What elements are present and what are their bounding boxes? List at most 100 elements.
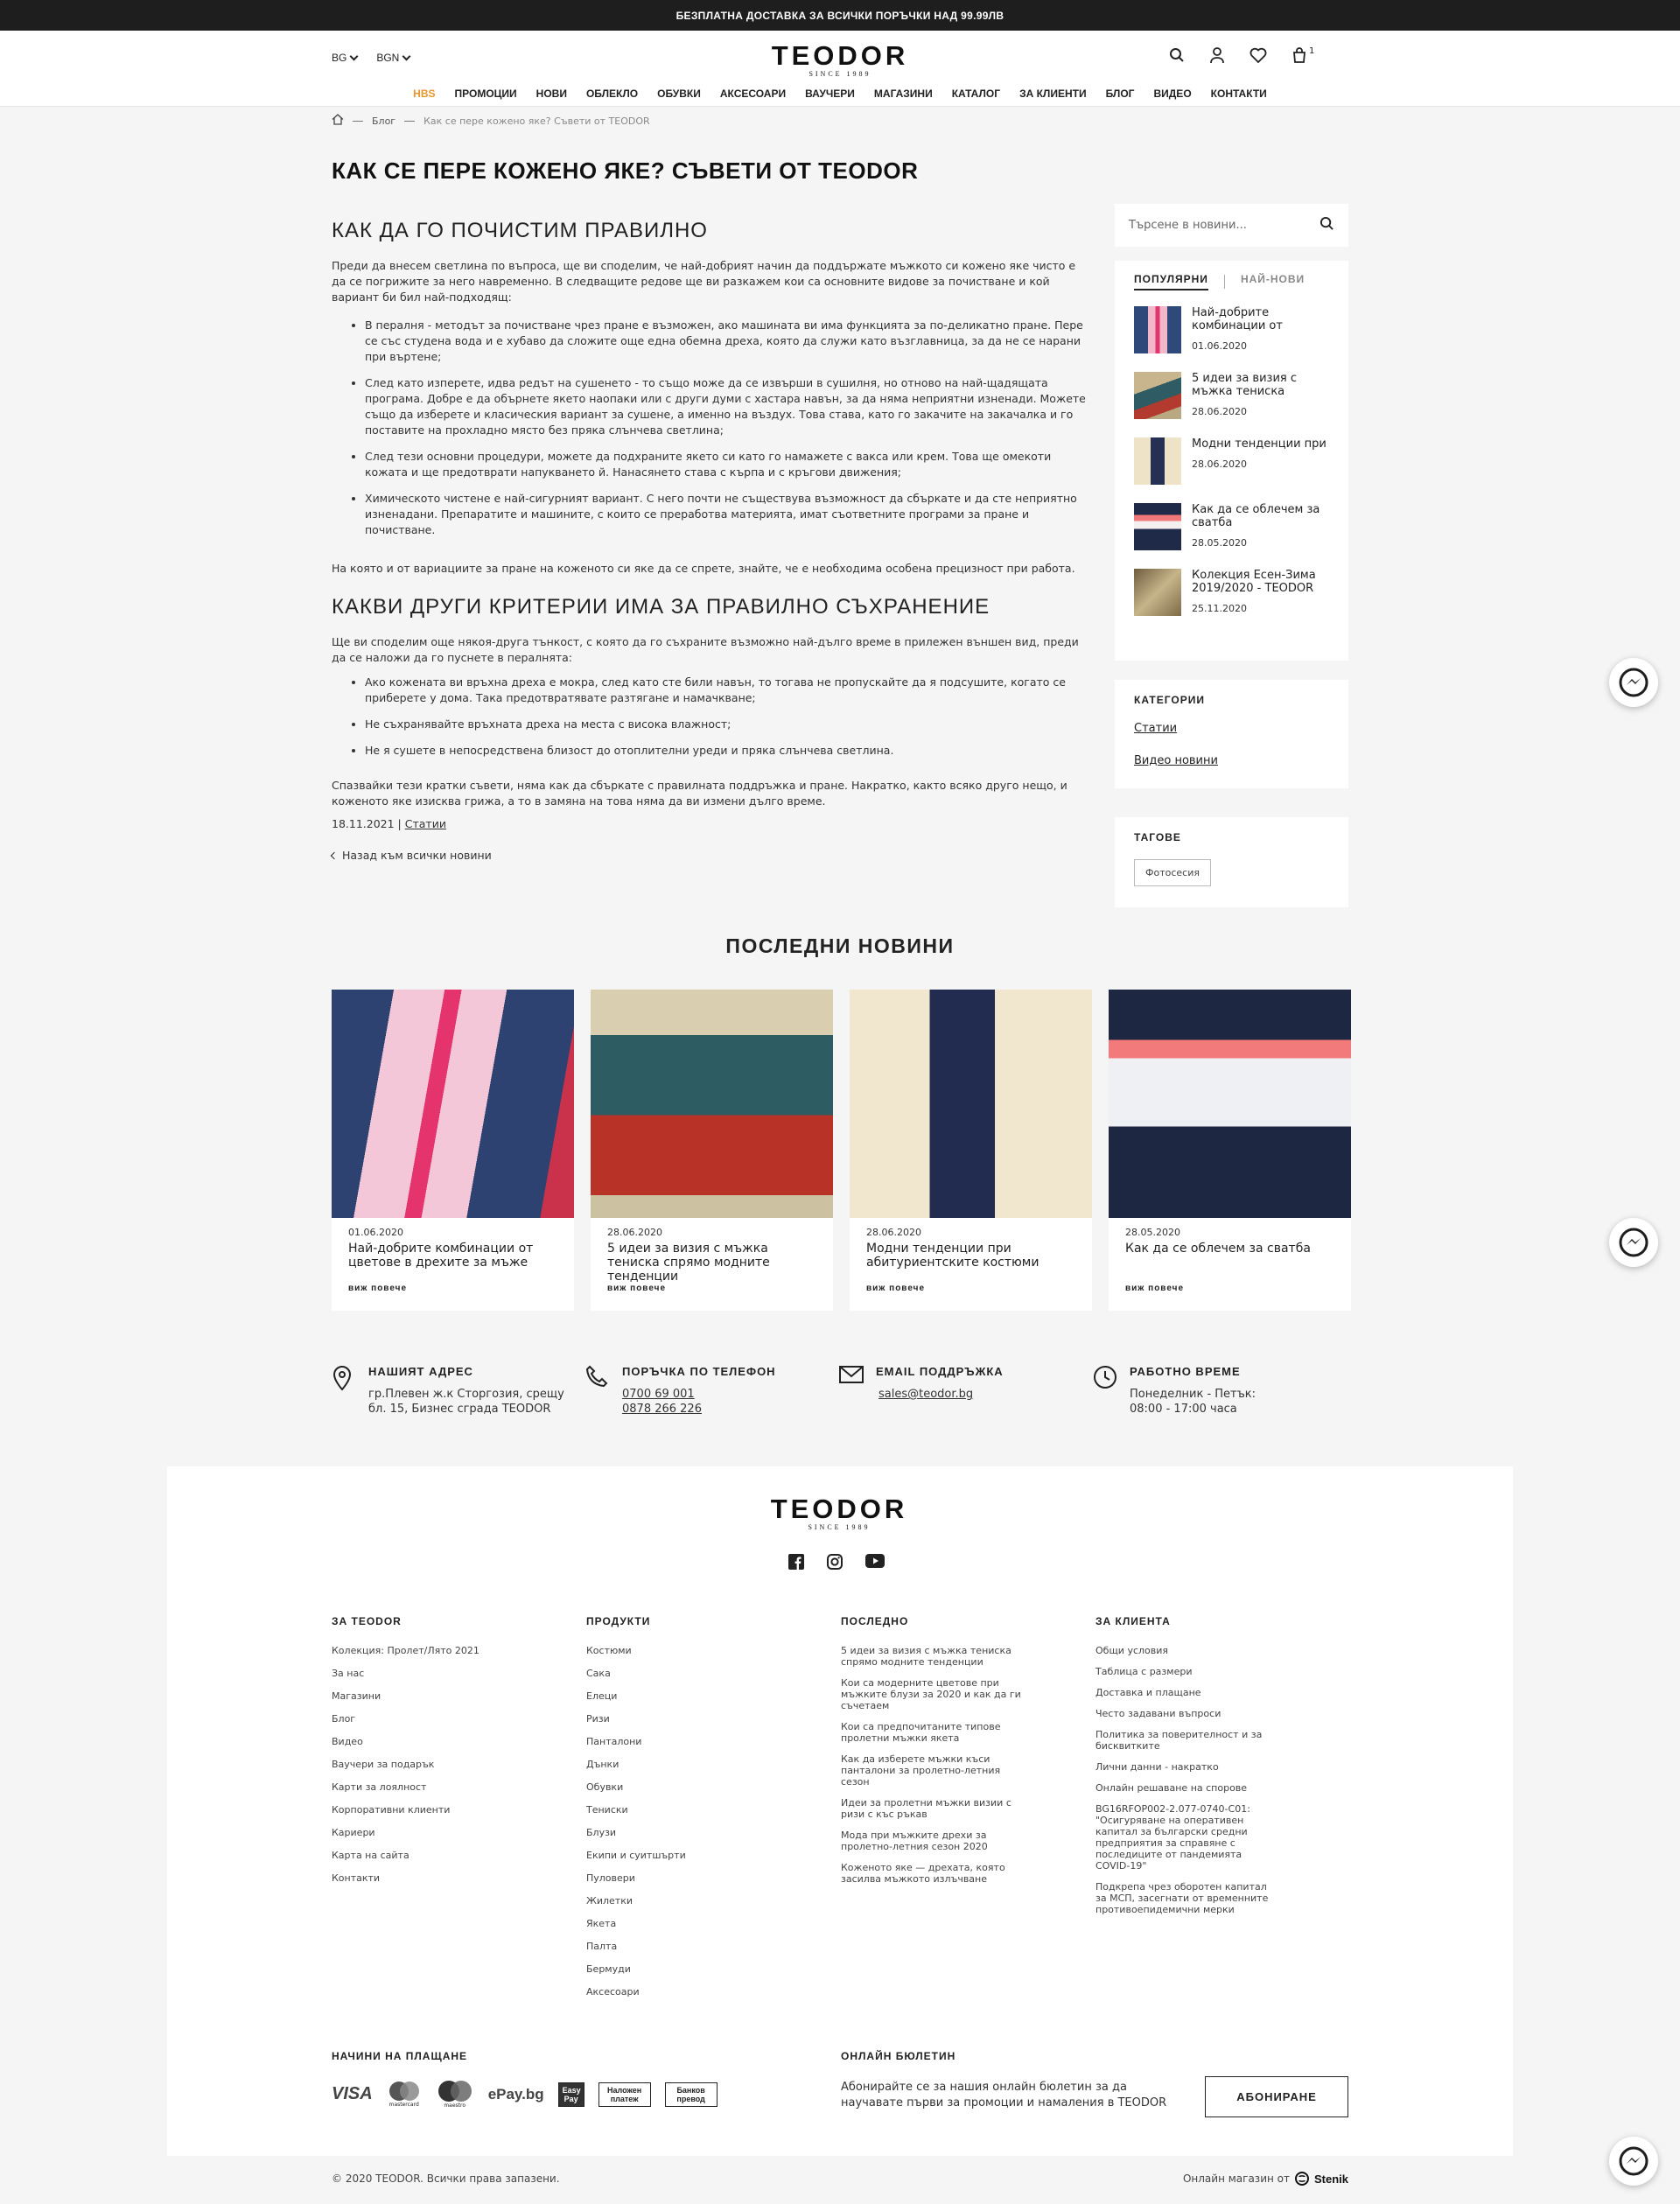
language-select[interactable]: BG <box>332 52 359 64</box>
footer-link[interactable]: 5 идеи за визия с мъжка тениска спрямо м… <box>841 1645 1025 1668</box>
footer-link[interactable]: Политика за поверителност и за бисквитки… <box>1096 1729 1279 1752</box>
footer-link[interactable]: Онлайн решаване на спорове <box>1096 1782 1279 1794</box>
footer-link[interactable]: Костюми <box>586 1645 841 1656</box>
messenger-chat-button[interactable] <box>1609 1218 1658 1267</box>
footer-link[interactable]: Доставка и плащане <box>1096 1687 1279 1698</box>
nav-item-new[interactable]: НОВИ <box>527 87 577 100</box>
footer-link[interactable]: Магазини <box>332 1690 586 1702</box>
account-icon[interactable] <box>1209 46 1225 64</box>
read-more-link[interactable]: виж повече <box>1125 1284 1334 1293</box>
facebook-icon[interactable] <box>788 1554 804 1573</box>
nav-item-shoes[interactable]: ОБУВКИ <box>648 87 710 100</box>
search-icon[interactable] <box>1320 216 1334 234</box>
back-link[interactable]: Назад към всички новини <box>330 848 1093 864</box>
nav-item-contacts[interactable]: КОНТАКТИ <box>1201 87 1277 100</box>
footer-link[interactable]: Панталони <box>586 1736 841 1747</box>
footer-link[interactable]: Якета <box>586 1918 841 1929</box>
footer-link[interactable]: BG16RFOP002-2.077-0740-C01: "Осигуряване… <box>1096 1803 1279 1872</box>
footer-link[interactable]: Ваучери за подарък <box>332 1759 586 1770</box>
footer-link[interactable]: Екипи и суитшърти <box>586 1850 841 1861</box>
site-logo[interactable]: TEODOR SINCE 1989 <box>742 42 938 78</box>
footer-link[interactable]: Карта на сайта <box>332 1850 586 1861</box>
cart-button[interactable]: 1 <box>1292 46 1314 63</box>
footer-link[interactable]: Контакти <box>332 1872 586 1884</box>
footer-link[interactable]: Общи условия <box>1096 1645 1279 1656</box>
footer-link[interactable]: Блог <box>332 1713 586 1725</box>
popular-item[interactable]: Модни тенденции при 28.06.2020 <box>1134 437 1329 485</box>
footer-link[interactable]: Подкрепа чрез оборотен капитал за МСП, з… <box>1096 1881 1279 1915</box>
footer-logo[interactable]: TEODOR SINCE 1989 <box>741 1495 937 1531</box>
footer-link[interactable]: Дънки <box>586 1759 841 1770</box>
footer-link[interactable]: Жилетки <box>586 1895 841 1907</box>
currency-select[interactable]: BGN <box>376 52 411 64</box>
footer-link[interactable]: Пуловери <box>586 1872 841 1884</box>
nav-item-accessories[interactable]: АКСЕСОАРИ <box>710 87 795 100</box>
breadcrumb-blog[interactable]: Блог <box>372 115 396 127</box>
footer-link[interactable]: Често задавани въпроси <box>1096 1708 1279 1719</box>
youtube-icon[interactable] <box>865 1554 885 1573</box>
home-icon[interactable] <box>332 114 344 128</box>
search-icon[interactable] <box>1169 47 1185 63</box>
nav-item-for-clients[interactable]: ЗА КЛИЕНТИ <box>1010 87 1096 100</box>
footer-link[interactable]: Аксесоари <box>586 1986 841 1998</box>
footer-link[interactable]: Колекция: Пролет/Лято 2021 <box>332 1645 586 1656</box>
news-card[interactable]: 28.06.2020 5 идеи за визия с мъжка тениск… <box>591 990 833 1311</box>
stenik-credit[interactable]: Онлайн магазин от Stenik <box>1183 2172 1348 2186</box>
news-search[interactable]: Търсене в новини... <box>1115 204 1348 247</box>
footer-link[interactable]: Блузи <box>586 1827 841 1838</box>
popular-item[interactable]: Най-добрите комбинации от 01.06.2020 <box>1134 306 1329 353</box>
subscribe-button[interactable]: АБОНИРАНЕ <box>1205 2076 1348 2117</box>
read-more-link[interactable]: виж повече <box>866 1284 1075 1293</box>
nav-item-stores[interactable]: МАГАЗИНИ <box>864 87 942 100</box>
messenger-chat-button[interactable] <box>1609 658 1658 707</box>
footer-link[interactable]: Сака <box>586 1668 841 1679</box>
email-link[interactable]: sales@teodor.bg <box>878 1388 973 1401</box>
article-category-link[interactable]: Статии <box>405 817 446 830</box>
footer-link[interactable]: Обувки <box>586 1781 841 1793</box>
news-card[interactable]: 28.06.2020 Модни тенденции при абитуриент… <box>850 990 1092 1311</box>
footer-link[interactable]: Тениски <box>586 1804 841 1816</box>
nav-item-catalog[interactable]: КАТАЛОГ <box>942 87 1010 100</box>
footer-link[interactable]: Кариери <box>332 1827 586 1838</box>
footer-link[interactable]: Таблица с размери <box>1096 1666 1279 1677</box>
read-more-link[interactable]: виж повече <box>348 1284 557 1293</box>
popular-item[interactable]: 5 идеи за визия с мъжка тениска 28.06.202… <box>1134 372 1329 419</box>
news-card[interactable]: 01.06.2020 Най-добрите комбинации от цвет… <box>332 990 574 1311</box>
nav-item-vouchers[interactable]: ВАУЧЕРИ <box>795 87 864 100</box>
popular-item[interactable]: Колекция Есен-Зима 2019/2020 - TEODOR 25.… <box>1134 569 1329 616</box>
footer-link[interactable]: Бермуди <box>586 1963 841 1975</box>
footer-link[interactable]: Мода при мъжките дрехи за пролетно-летни… <box>841 1830 1025 1852</box>
footer-link[interactable]: Кои са предпочитаните типове пролетни мъ… <box>841 1721 1025 1744</box>
tag-photoshoot[interactable]: Фотосесия <box>1134 859 1211 886</box>
phone-link[interactable]: 0700 69 001 <box>622 1388 695 1401</box>
footer-link[interactable]: Карти за лоялност <box>332 1781 586 1793</box>
footer-link[interactable]: Идеи за пролетни мъжки визии с ризи с къ… <box>841 1797 1025 1820</box>
news-card[interactable]: 28.05.2020 Как да се облечем за сватба виж… <box>1109 990 1351 1311</box>
search-input[interactable]: Търсене в новини... <box>1129 219 1247 232</box>
category-link-articles[interactable]: Статии <box>1134 722 1329 735</box>
category-link-video-news[interactable]: Видео новини <box>1134 754 1329 767</box>
tab-popular[interactable]: ПОПУЛЯРНИ <box>1134 273 1208 290</box>
popular-item[interactable]: Как да се облечем за сватба 28.05.2020 <box>1134 503 1329 550</box>
wishlist-icon[interactable] <box>1250 47 1267 63</box>
read-more-link[interactable]: виж повече <box>607 1284 816 1293</box>
footer-link[interactable]: Кои са модерните цветове при мъжките блу… <box>841 1677 1025 1711</box>
tab-newest[interactable]: НАЙ-НОВИ <box>1241 273 1305 290</box>
phone-link[interactable]: 0878 266 226 <box>622 1403 702 1416</box>
footer-link[interactable]: Как да изберете мъжки къси панталони за … <box>841 1753 1025 1788</box>
footer-link[interactable]: Коженото яке — дрехата, която засилва мъ… <box>841 1862 1025 1885</box>
footer-link[interactable]: Ризи <box>586 1713 841 1725</box>
instagram-icon[interactable] <box>827 1554 843 1573</box>
footer-link[interactable]: Елеци <box>586 1690 841 1702</box>
nav-item-video[interactable]: ВИДЕО <box>1144 87 1200 100</box>
footer-link[interactable]: Видео <box>332 1736 586 1747</box>
footer-link[interactable]: За нас <box>332 1668 586 1679</box>
messenger-chat-button[interactable] <box>1609 2137 1658 2186</box>
footer-link[interactable]: Корпоративни клиенти <box>332 1804 586 1816</box>
nav-item-clothing[interactable]: ОБЛЕКЛО <box>577 87 648 100</box>
footer-link[interactable]: Палта <box>586 1941 841 1952</box>
nav-item-hbs[interactable]: HBS <box>403 87 444 100</box>
footer-link[interactable]: Лични данни - накратко <box>1096 1761 1279 1773</box>
nav-item-promotions[interactable]: ПРОМОЦИИ <box>445 87 527 100</box>
nav-item-blog[interactable]: БЛОГ <box>1096 87 1144 100</box>
